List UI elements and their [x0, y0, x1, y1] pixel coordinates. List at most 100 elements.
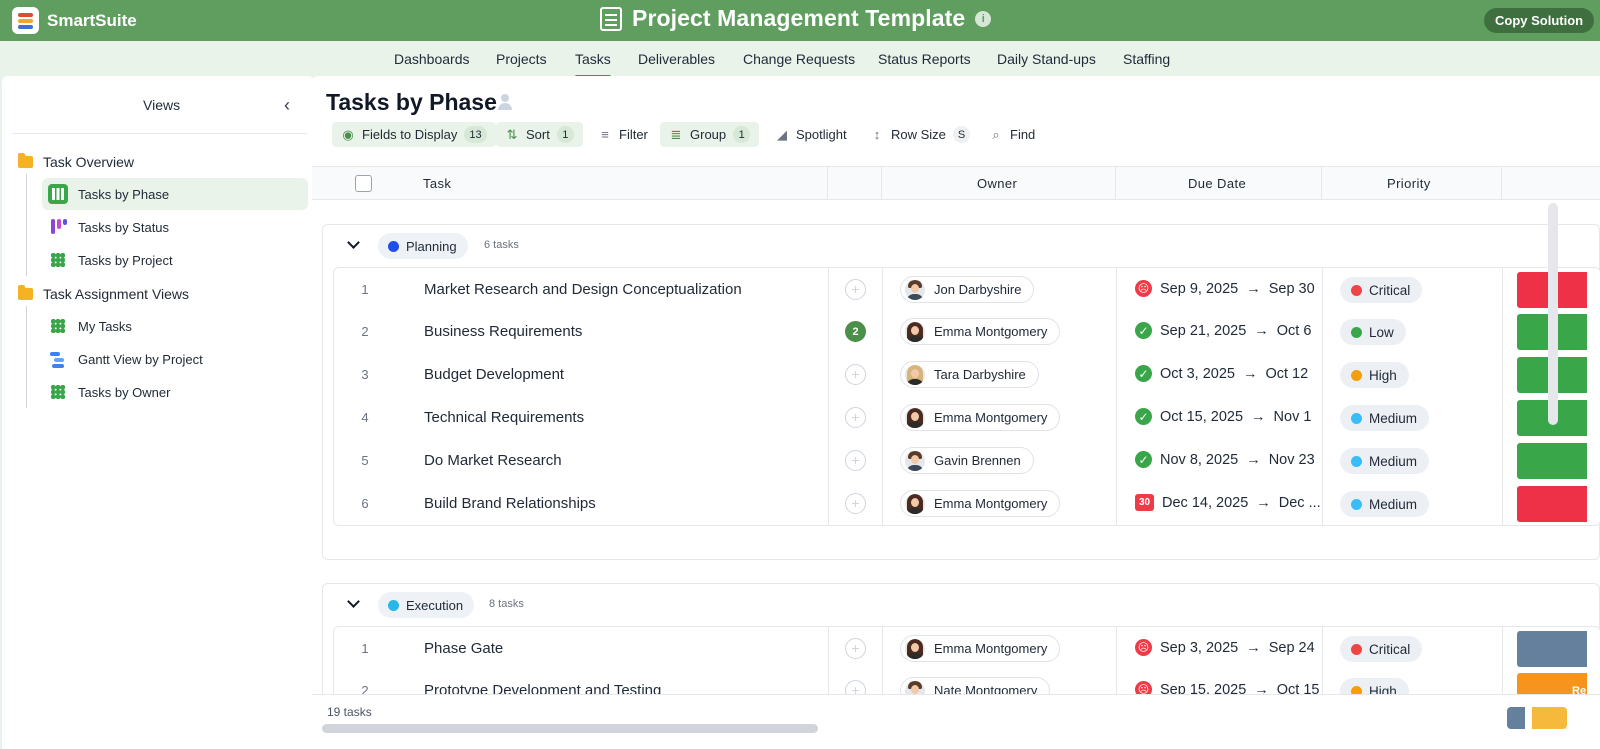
owner-chip[interactable]: Emma Montgomery [900, 404, 1061, 431]
people-icon[interactable] [496, 94, 514, 110]
tab-deliverables[interactable]: Deliverables [638, 51, 715, 67]
spotlight-button[interactable]: ◢ Spotlight [766, 122, 856, 147]
group-button[interactable]: ≣ Group 1 [660, 122, 760, 147]
folder-task-overview[interactable]: Task Overview [18, 152, 134, 172]
view-my-tasks[interactable]: My Tasks [42, 310, 308, 342]
check-circle-icon: ✓ [1135, 365, 1152, 382]
task-name[interactable]: Budget Development [424, 366, 564, 383]
priority-chip[interactable]: Medium [1340, 405, 1430, 431]
due-end: Oct 6 [1276, 322, 1312, 339]
due-date-cell[interactable]: ✓ Nov 8, 2025 → Nov 23 [1135, 451, 1315, 468]
owner-chip[interactable]: Jon Darbyshire [900, 276, 1035, 303]
column-task[interactable]: Task [423, 167, 451, 200]
comment-icon[interactable] [845, 450, 866, 471]
copy-solution-button[interactable]: Copy Solution [1484, 8, 1595, 33]
view-tasks-by-project[interactable]: Tasks by Project [42, 244, 308, 276]
priority-chip[interactable]: Low [1340, 319, 1406, 345]
row-size-button[interactable]: ↕ Row Size S [861, 122, 979, 147]
task-name[interactable]: Market Research and Design Conceptualiza… [424, 281, 742, 298]
table-row[interactable]: 2 Business Requirements 2 Emma Montgomery ✓ S… [333, 310, 1600, 354]
view-tasks-by-phase[interactable]: Tasks by Phase [42, 178, 308, 210]
tab-tasks[interactable]: Tasks [575, 51, 611, 78]
folder-icon [18, 153, 33, 168]
brand[interactable]: SmartSuite [12, 7, 137, 34]
status-summary-bar[interactable] [1507, 707, 1567, 729]
task-name[interactable]: Phase Gate [424, 640, 503, 657]
vertical-scrollbar[interactable] [1548, 203, 1558, 425]
folder-task-assignment-views[interactable]: Task Assignment Views [18, 284, 189, 304]
row-number: 3 [361, 367, 369, 382]
comment-icon[interactable]: 2 [845, 321, 866, 342]
sort-button[interactable]: ⇅ Sort 1 [496, 122, 583, 147]
tab-projects[interactable]: Projects [496, 51, 547, 67]
status-chip[interactable] [1517, 443, 1587, 479]
table-row[interactable]: 6 Build Brand Relationships Emma Montgomer… [333, 482, 1600, 526]
due-date-cell[interactable]: ✓ Oct 15, 2025 → Nov 1 [1135, 408, 1311, 425]
view-tasks-by-status[interactable]: Tasks by Status [42, 211, 308, 243]
priority-chip[interactable]: Critical [1340, 277, 1423, 303]
comment-icon[interactable] [845, 493, 866, 514]
priority-label: Critical [1369, 641, 1411, 657]
group-header: Execution 8 tasks [323, 584, 1600, 626]
owner-chip[interactable]: Gavin Brennen [900, 447, 1034, 474]
comment-icon[interactable] [845, 638, 866, 659]
table-row[interactable]: 5 Do Market Research Gavin Brennen ✓ Nov 8, … [333, 439, 1600, 483]
due-date-cell[interactable]: ☹ Sep 9, 2025 → Sep 30 [1135, 280, 1315, 297]
tab-change-requests[interactable]: Change Requests [743, 51, 855, 67]
table-row[interactable]: 3 Budget Development Tara Darbyshire ✓ Oct 3… [333, 353, 1600, 397]
chevron-down-icon[interactable] [347, 596, 359, 608]
table-row[interactable]: 1 Phase Gate Emma Montgomery ☹ Sep 3, 2025 → S… [333, 626, 1600, 670]
task-name[interactable]: Build Brand Relationships [424, 495, 596, 512]
owner-chip[interactable]: Tara Darbyshire [900, 361, 1039, 388]
task-name[interactable]: Business Requirements [424, 323, 582, 340]
cell-divider [882, 627, 883, 670]
column-divider [1115, 167, 1116, 200]
horizontal-scrollbar[interactable] [322, 724, 818, 733]
task-name[interactable]: Do Market Research [424, 452, 562, 469]
due-date-cell[interactable]: ✓ Oct 3, 2025 → Oct 12 [1135, 365, 1308, 382]
collapse-sidebar-icon[interactable]: ‹ [284, 95, 290, 116]
comment-icon[interactable] [845, 407, 866, 428]
cell-divider [1116, 310, 1117, 353]
table-row[interactable]: 1 Market Research and Design Conceptualiz… [333, 267, 1600, 311]
due-date-cell[interactable]: ☹ Sep 3, 2025 → Sep 24 [1135, 639, 1315, 656]
overdue-face-icon: ☹ [1135, 280, 1152, 297]
tab-dashboards[interactable]: Dashboards [394, 51, 470, 67]
table-row[interactable]: 4 Technical Requirements Emma Montgomery ✓ O… [333, 396, 1600, 440]
due-date-cell[interactable]: 30 Dec 14, 2025 → Dec ... [1135, 494, 1321, 511]
status-chip[interactable] [1517, 631, 1587, 667]
owner-chip[interactable]: Emma Montgomery [900, 635, 1061, 662]
owner-chip[interactable]: Emma Montgomery [900, 490, 1061, 517]
comment-icon[interactable] [845, 364, 866, 385]
avatar [905, 407, 925, 428]
column-owner[interactable]: Owner [977, 167, 1017, 200]
column-due-date[interactable]: Due Date [1188, 167, 1246, 200]
chevron-down-icon[interactable] [347, 237, 359, 249]
priority-chip[interactable]: Medium [1340, 448, 1430, 474]
brand-name: SmartSuite [47, 10, 137, 30]
priority-chip[interactable]: Critical [1340, 636, 1423, 662]
checklist-icon [600, 6, 622, 31]
status-chip[interactable] [1517, 486, 1587, 522]
tab-staffing[interactable]: Staffing [1123, 51, 1170, 67]
tab-daily-standups[interactable]: Daily Stand-ups [997, 51, 1096, 67]
view-tasks-by-owner[interactable]: Tasks by Owner [42, 376, 308, 408]
comment-icon[interactable] [845, 279, 866, 300]
fields-to-display-button[interactable]: ◉ Fields to Display 13 [332, 122, 496, 147]
due-date-cell[interactable]: ✓ Sep 21, 2025 → Oct 6 [1135, 322, 1311, 339]
tab-status-reports[interactable]: Status Reports [878, 51, 971, 67]
table-header: Task Owner Due Date Priority [312, 166, 1600, 200]
cell-divider [882, 396, 883, 439]
priority-chip[interactable]: Medium [1340, 491, 1430, 517]
grid-view-icon [48, 316, 68, 336]
owner-chip[interactable]: Emma Montgomery [900, 318, 1061, 345]
column-priority[interactable]: Priority [1387, 167, 1431, 200]
select-all-checkbox[interactable] [355, 175, 372, 192]
filter-button[interactable]: ≡ Filter [589, 122, 657, 147]
view-gantt-by-project[interactable]: Gantt View by Project [42, 343, 308, 375]
find-button[interactable]: ⌕ Find [980, 122, 1044, 147]
task-name[interactable]: Technical Requirements [424, 409, 584, 426]
cell-divider [1116, 396, 1117, 439]
info-icon[interactable]: i [975, 10, 992, 27]
priority-chip[interactable]: High [1340, 362, 1409, 388]
